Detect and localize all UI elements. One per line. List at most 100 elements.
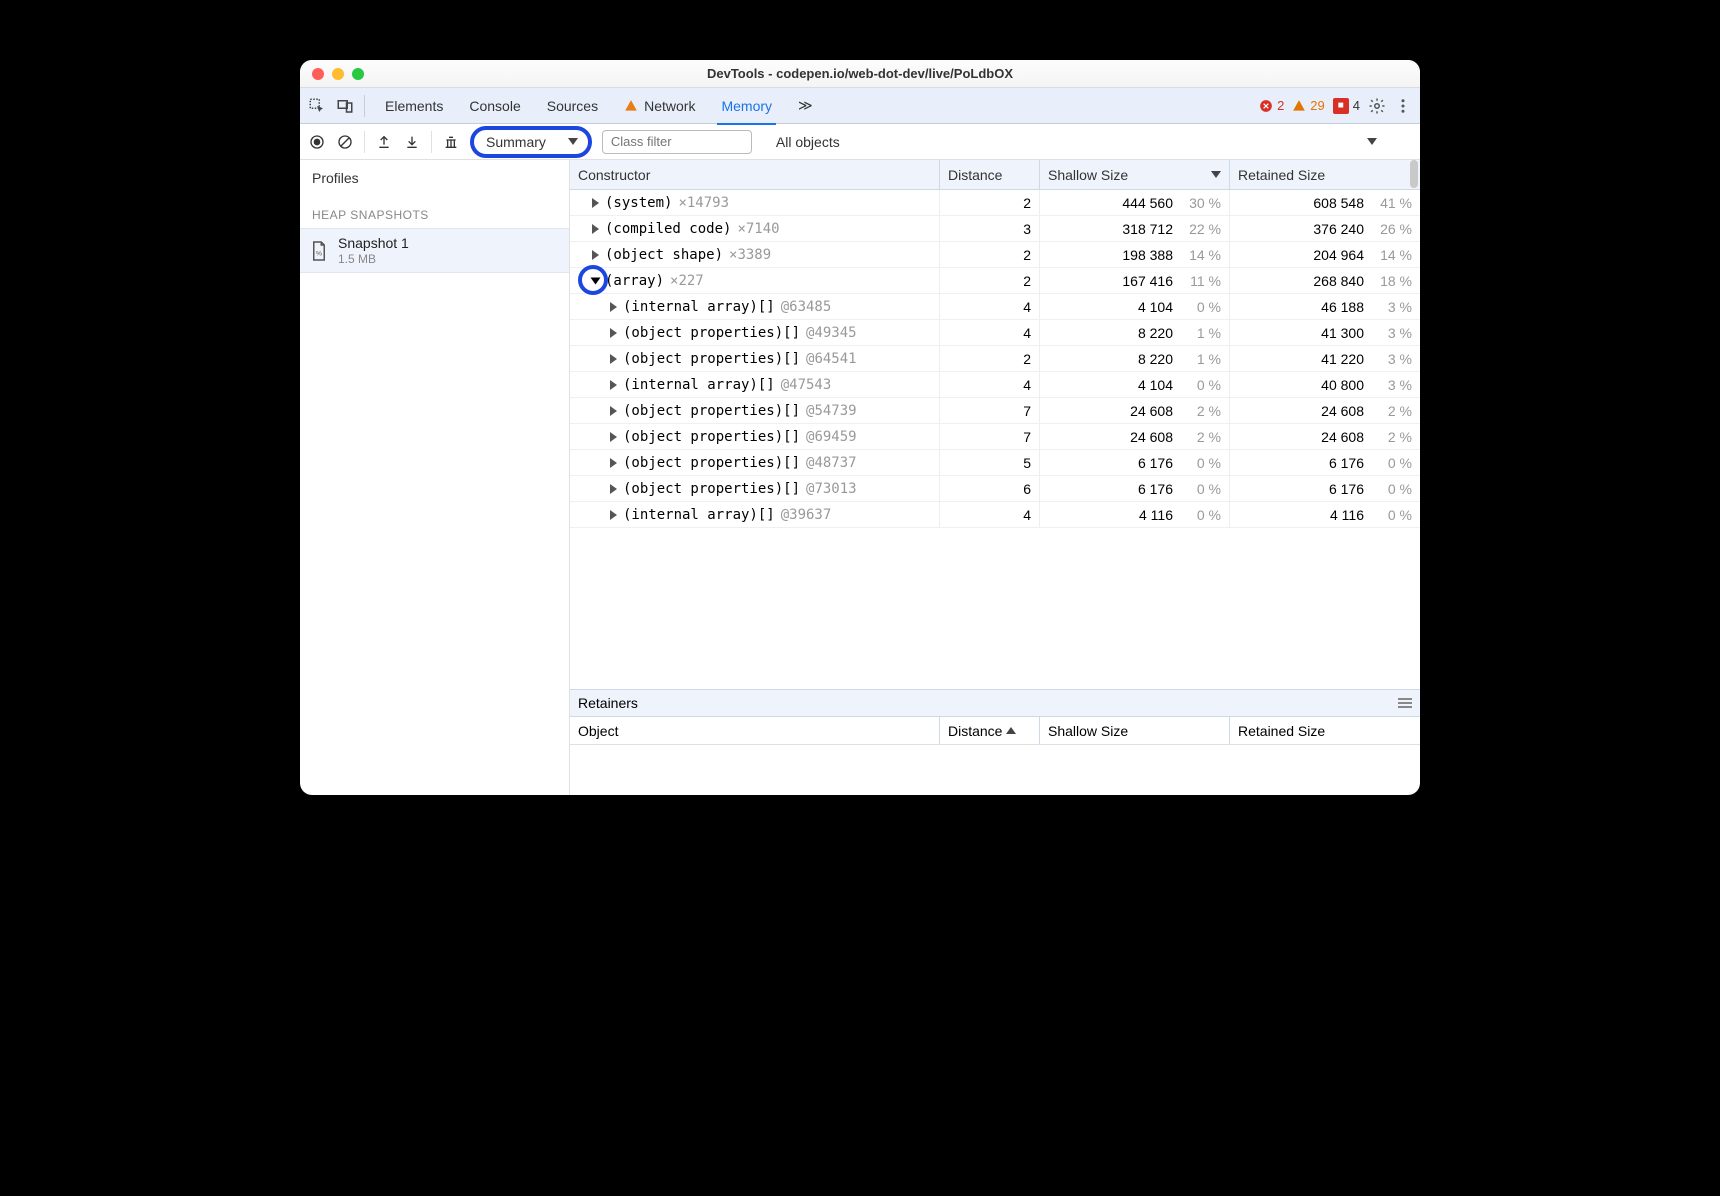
expand-icon[interactable] — [610, 484, 617, 494]
retainers-body — [570, 745, 1420, 795]
table-row[interactable]: (array)×2272167 41611 %268 84018 % — [570, 268, 1420, 294]
memory-toolbar: Summary All objects — [300, 124, 1420, 160]
ret-th-distance[interactable]: Distance — [940, 717, 1040, 744]
inspect-element-icon[interactable] — [308, 97, 326, 115]
expand-icon[interactable] — [592, 250, 599, 260]
distance-value: 2 — [940, 346, 1040, 371]
distance-value: 2 — [940, 190, 1040, 215]
constructor-name: (object properties)[] — [623, 403, 800, 419]
shallow-size-value: 6 1760 % — [1040, 476, 1230, 501]
retainers-header[interactable]: Retainers — [570, 689, 1420, 717]
main-area: Profiles HEAP SNAPSHOTS % Snapshot 1 1.5… — [300, 160, 1420, 795]
minimize-window-button[interactable] — [332, 68, 344, 80]
table-row[interactable]: (system)×147932444 56030 %608 54841 % — [570, 190, 1420, 216]
expand-icon[interactable] — [610, 432, 617, 442]
constructor-name: (internal array)[] — [623, 377, 775, 393]
expand-icon[interactable] — [610, 380, 617, 390]
object-id: @73013 — [806, 481, 857, 497]
expand-icon[interactable] — [610, 406, 617, 416]
table-row[interactable]: (compiled code)×71403318 71222 %376 2402… — [570, 216, 1420, 242]
shallow-size-value: 4 1040 % — [1040, 372, 1230, 397]
heap-grid: Constructor Distance Shallow Size Retain… — [570, 160, 1420, 795]
retained-size-value: 6 1760 % — [1230, 450, 1420, 475]
retained-size-value: 376 24026 % — [1230, 216, 1420, 241]
more-menu-icon[interactable] — [1394, 97, 1412, 115]
shallow-size-value: 167 41611 % — [1040, 268, 1230, 293]
ret-th-retained[interactable]: Retained Size — [1230, 717, 1420, 744]
shallow-size-value: 444 56030 % — [1040, 190, 1230, 215]
table-row[interactable]: (object properties)[]@4873756 1760 %6 17… — [570, 450, 1420, 476]
expand-icon[interactable] — [610, 510, 617, 520]
ret-th-object[interactable]: Object — [570, 717, 940, 744]
constructor-name: (object properties)[] — [623, 429, 800, 445]
garbage-collect-icon[interactable] — [442, 133, 460, 151]
distance-value: 4 — [940, 372, 1040, 397]
settings-gear-icon[interactable] — [1368, 97, 1386, 115]
ret-th-shallow[interactable]: Shallow Size — [1040, 717, 1230, 744]
table-row[interactable]: (internal array)[]@3963744 1160 %4 1160 … — [570, 502, 1420, 528]
table-row[interactable]: (object properties)[]@4934548 2201 %41 3… — [570, 320, 1420, 346]
constructor-name: (array) — [605, 273, 664, 289]
table-row[interactable]: (internal array)[]@4754344 1040 %40 8003… — [570, 372, 1420, 398]
view-selector[interactable]: Summary — [470, 126, 592, 158]
retained-size-value: 4 1160 % — [1230, 502, 1420, 527]
shallow-size-value: 24 6082 % — [1040, 398, 1230, 423]
constructor-name: (object properties)[] — [623, 325, 800, 341]
table-row[interactable]: (object properties)[]@6454128 2201 %41 2… — [570, 346, 1420, 372]
devtools-window: DevTools - codepen.io/web-dot-dev/live/P… — [300, 60, 1420, 795]
snapshot-size: 1.5 MB — [338, 252, 409, 266]
distance-value: 2 — [940, 268, 1040, 293]
th-constructor[interactable]: Constructor — [570, 160, 940, 189]
table-row[interactable]: (object shape)×33892198 38814 %204 96414… — [570, 242, 1420, 268]
traffic-lights — [300, 68, 364, 80]
close-window-button[interactable] — [312, 68, 324, 80]
tab-sources[interactable]: Sources — [545, 92, 600, 120]
collapse-icon[interactable] — [591, 277, 601, 284]
tabs-overflow[interactable]: ≫ — [796, 91, 815, 120]
object-id: @63485 — [781, 299, 832, 315]
snapshot-item[interactable]: % Snapshot 1 1.5 MB — [300, 228, 569, 273]
object-id: @48737 — [806, 455, 857, 471]
expand-icon[interactable] — [592, 224, 599, 234]
upload-icon[interactable] — [375, 133, 393, 151]
tab-memory[interactable]: Memory — [719, 92, 774, 120]
expand-icon[interactable] — [592, 198, 599, 208]
tab-console[interactable]: Console — [467, 92, 522, 120]
profiles-sidebar: Profiles HEAP SNAPSHOTS % Snapshot 1 1.5… — [300, 160, 570, 795]
chevron-down-icon[interactable] — [1367, 138, 1377, 145]
filter-all-objects[interactable]: All objects — [776, 134, 840, 150]
tab-elements[interactable]: Elements — [383, 92, 445, 120]
constructor-name: (object properties)[] — [623, 351, 800, 367]
clear-icon[interactable] — [336, 133, 354, 151]
table-row[interactable]: (internal array)[]@6348544 1040 %46 1883… — [570, 294, 1420, 320]
download-icon[interactable] — [403, 133, 421, 151]
zoom-window-button[interactable] — [352, 68, 364, 80]
expand-icon[interactable] — [610, 354, 617, 364]
table-row[interactable]: (object properties)[]@7301366 1760 %6 17… — [570, 476, 1420, 502]
retained-size-value: 46 1883 % — [1230, 294, 1420, 319]
expand-icon[interactable] — [610, 458, 617, 468]
warning-count[interactable]: 29 — [1292, 98, 1324, 113]
tab-network[interactable]: Network — [622, 92, 697, 120]
scrollbar[interactable] — [1410, 160, 1418, 188]
issues-count[interactable]: ■ 4 — [1333, 98, 1360, 114]
th-retained[interactable]: Retained Size — [1230, 160, 1420, 189]
class-filter-input[interactable] — [602, 130, 752, 154]
object-id: @64541 — [806, 351, 857, 367]
expand-icon[interactable] — [610, 328, 617, 338]
expand-icon[interactable] — [610, 302, 617, 312]
retainers-menu-icon[interactable] — [1398, 698, 1412, 708]
error-count[interactable]: 2 — [1259, 98, 1284, 113]
table-row[interactable]: (object properties)[]@54739724 6082 %24 … — [570, 398, 1420, 424]
device-toggle-icon[interactable] — [336, 97, 354, 115]
warning-icon — [1292, 99, 1306, 113]
object-id: @69459 — [806, 429, 857, 445]
distance-value: 5 — [940, 450, 1040, 475]
sort-desc-icon — [1211, 171, 1221, 178]
th-shallow[interactable]: Shallow Size — [1040, 160, 1230, 189]
table-row[interactable]: (object properties)[]@69459724 6082 %24 … — [570, 424, 1420, 450]
record-icon[interactable] — [308, 133, 326, 151]
grid-rows[interactable]: (system)×147932444 56030 %608 54841 %(co… — [570, 190, 1420, 689]
th-distance[interactable]: Distance — [940, 160, 1040, 189]
object-id: @39637 — [781, 507, 832, 523]
